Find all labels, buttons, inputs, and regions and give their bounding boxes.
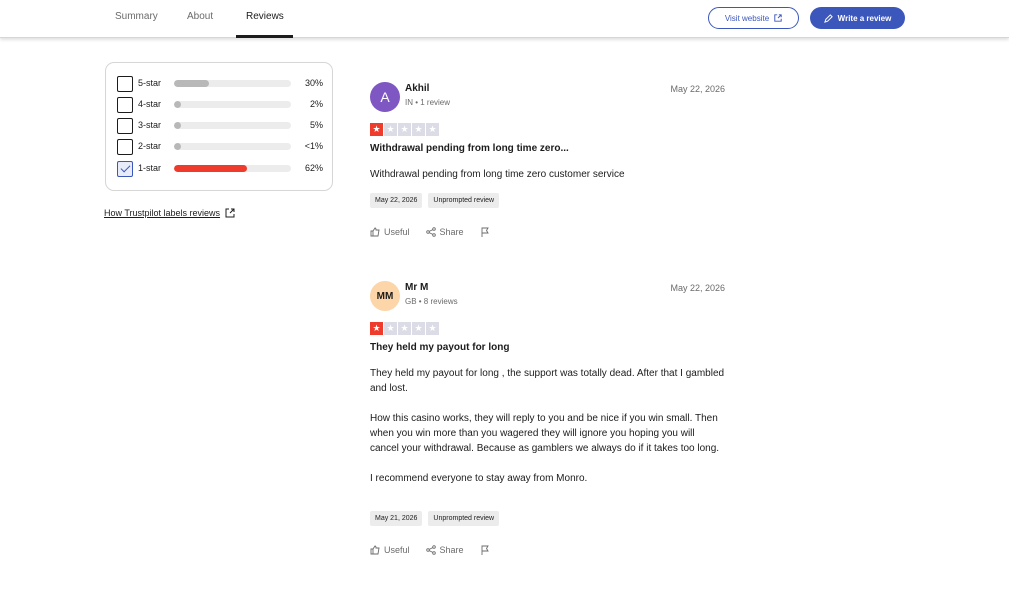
reviewer-meta: IN • 1 review: [405, 98, 451, 107]
checkbox-2-star[interactable]: [117, 139, 133, 155]
how-labels-reviews-link[interactable]: How Trustpilot labels reviews: [104, 208, 235, 218]
star-icon: ★: [412, 123, 425, 136]
star-icon: ★: [384, 322, 397, 335]
star-icon: ★: [412, 322, 425, 335]
filter-label: 4-star: [138, 99, 162, 109]
filter-percent: 62%: [304, 163, 323, 173]
filter-percent: 2%: [309, 99, 323, 109]
useful-button[interactable]: Useful: [370, 227, 410, 237]
star-icon: ★: [426, 322, 439, 335]
pencil-icon: [823, 13, 833, 23]
review-paragraph: I recommend everyone to stay away from M…: [370, 473, 588, 484]
report-button[interactable]: [480, 227, 490, 237]
filter-label: 1-star: [138, 163, 162, 173]
checkbox-4-star[interactable]: [117, 97, 133, 113]
star-icon: ★: [398, 322, 411, 335]
avatar[interactable]: A: [370, 82, 400, 112]
share-button[interactable]: Share: [425, 545, 464, 555]
filter-label: 5-star: [138, 78, 162, 88]
review-paragraph: Withdrawal pending from long time zero c…: [370, 169, 625, 180]
filter-percent: <1%: [304, 141, 323, 151]
rating-bar-fill: [174, 101, 181, 108]
rating-bar-fill: [174, 122, 181, 129]
tab-about[interactable]: About: [187, 0, 213, 38]
filter-percent: 30%: [304, 78, 323, 88]
checkbox-3-star[interactable]: [117, 118, 133, 134]
review-card: MM Mr M GB • 8 reviews May 22, 2026 ★ ★ …: [370, 281, 725, 566]
filter-row-4-star[interactable]: 4-star 2%: [117, 97, 323, 113]
star-icon: ★: [370, 123, 383, 136]
write-review-button[interactable]: Write a review: [810, 7, 905, 29]
thumbs-up-icon: [370, 545, 380, 555]
useful-label: Useful: [384, 227, 410, 237]
star-icon: ★: [426, 123, 439, 136]
checkbox-1-star[interactable]: [117, 161, 133, 177]
tab-summary[interactable]: Summary: [115, 0, 158, 38]
star-icon: ★: [398, 123, 411, 136]
filter-label: 3-star: [138, 120, 162, 130]
rating-bar-track: [174, 143, 291, 150]
top-nav-bar: Summary About Reviews Visit website Writ…: [0, 0, 1009, 38]
rating-bar-track: [174, 165, 291, 172]
star-filter-card: 5-star 30% 4-star 2% 3-star 5% 2-star <1…: [105, 62, 333, 191]
star-icon: ★: [370, 322, 383, 335]
review-actions: Useful Share: [370, 227, 506, 237]
filter-row-3-star[interactable]: 3-star 5%: [117, 118, 323, 134]
unprompted-review-tag[interactable]: Unprompted review: [428, 511, 500, 526]
rating-bar-fill: [174, 80, 210, 87]
visit-website-button[interactable]: Visit website: [708, 7, 799, 29]
review-body: They held my payout for long , the suppo…: [370, 366, 725, 501]
review-paragraph: How this casino works, they will reply t…: [370, 413, 720, 454]
share-label: Share: [439, 227, 464, 237]
write-review-label: Write a review: [837, 13, 892, 23]
external-link-icon: [225, 208, 235, 218]
review-date: May 22, 2026: [670, 283, 725, 293]
review-title[interactable]: Withdrawal pending from long time zero..…: [370, 143, 569, 154]
useful-button[interactable]: Useful: [370, 545, 410, 555]
share-icon: [425, 545, 436, 555]
tab-reviews[interactable]: Reviews: [246, 0, 284, 38]
filter-percent: 5%: [309, 120, 323, 130]
checkbox-5-star[interactable]: [117, 76, 133, 92]
star-icon: ★: [384, 123, 397, 136]
review-tags: May 22, 2026 Unprompted review: [370, 193, 500, 208]
reviewer-name[interactable]: Mr M: [405, 282, 428, 293]
share-icon: [425, 227, 436, 237]
star-rating: ★ ★ ★ ★ ★: [370, 322, 439, 335]
review-actions: Useful Share: [370, 545, 506, 555]
filter-row-5-star[interactable]: 5-star 30%: [117, 76, 323, 92]
rating-bar-track: [174, 122, 291, 129]
filter-row-2-star[interactable]: 2-star <1%: [117, 139, 323, 155]
share-button[interactable]: Share: [425, 227, 464, 237]
review-date: May 22, 2026: [670, 84, 725, 94]
review-card: A Akhil IN • 1 review May 22, 2026 ★ ★ ★…: [370, 82, 725, 247]
reviewer-meta: GB • 8 reviews: [405, 297, 458, 306]
filter-label: 2-star: [138, 141, 162, 151]
share-label: Share: [439, 545, 464, 555]
avatar[interactable]: MM: [370, 281, 400, 311]
useful-label: Useful: [384, 545, 410, 555]
experience-date-tag: May 22, 2026: [370, 193, 423, 208]
experience-date-tag: May 21, 2026: [370, 511, 423, 526]
star-rating: ★ ★ ★ ★ ★: [370, 123, 439, 136]
report-button[interactable]: [480, 545, 490, 555]
rating-bar-fill: [174, 165, 247, 172]
rating-bar-fill: [174, 143, 181, 150]
filter-row-1-star[interactable]: 1-star 62%: [117, 161, 323, 177]
unprompted-review-tag[interactable]: Unprompted review: [428, 193, 500, 208]
flag-icon: [481, 227, 489, 237]
labels-link-text: How Trustpilot labels reviews: [104, 208, 221, 218]
visit-website-label: Visit website: [724, 13, 770, 23]
review-title[interactable]: They held my payout for long: [370, 342, 509, 353]
reviewer-name[interactable]: Akhil: [405, 83, 429, 94]
thumbs-up-icon: [370, 227, 380, 237]
review-paragraph: They held my payout for long , the suppo…: [370, 368, 725, 394]
rating-bar-track: [174, 101, 291, 108]
rating-bar-track: [174, 80, 291, 87]
review-tags: May 21, 2026 Unprompted review: [370, 511, 500, 526]
flag-icon: [481, 545, 489, 555]
external-link-icon: [774, 14, 782, 22]
active-tab-underline: [236, 35, 293, 38]
